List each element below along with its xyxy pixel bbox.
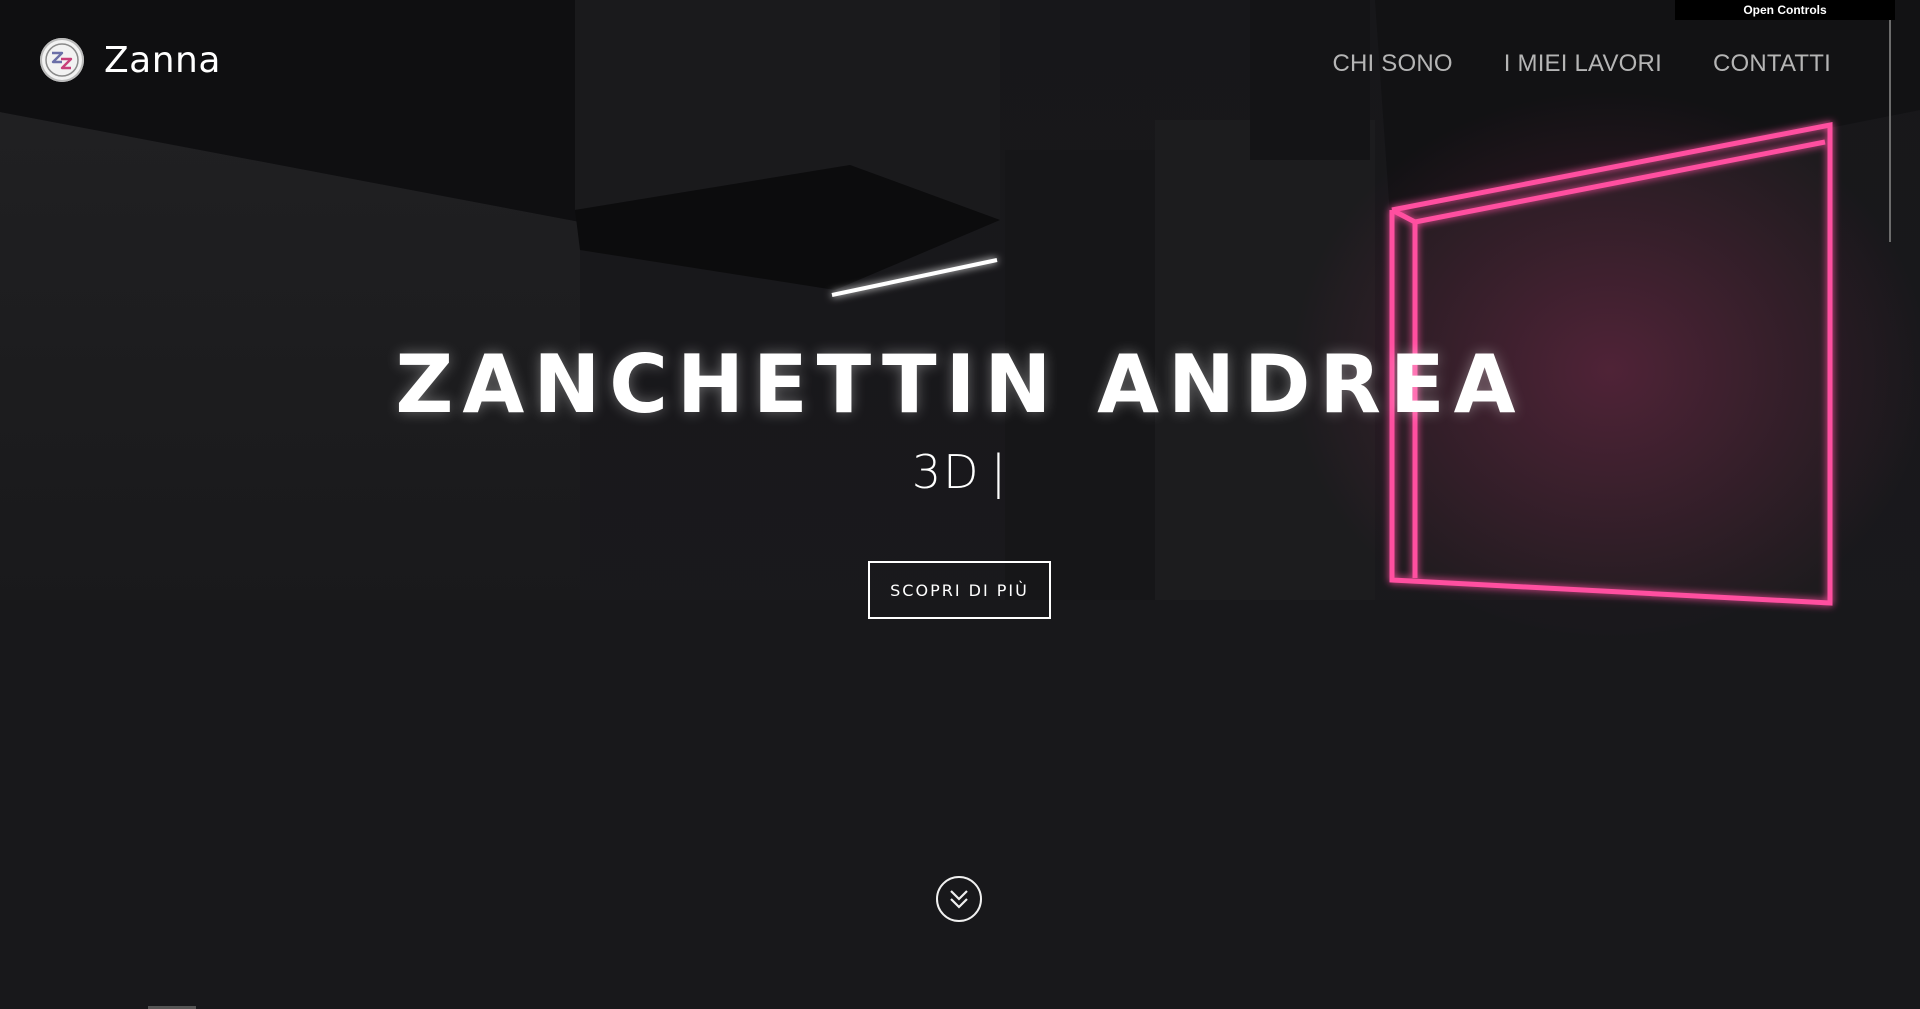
nav-item-i-miei-lavori[interactable]: I MIEI LAVORI xyxy=(1504,50,1662,78)
typed-text: 3D xyxy=(911,445,981,499)
hero-title: ZANCHETTIN ANDREA xyxy=(395,338,1525,431)
scrollbar-rail[interactable] xyxy=(1889,20,1891,242)
page: Zanna CHI SONO I MIEI LAVORI CONTATTI Op… xyxy=(0,0,1920,1009)
double-chevron-down-icon xyxy=(950,890,968,909)
discover-more-button[interactable]: SCOPRI DI PIÙ xyxy=(868,561,1051,619)
3d-scene-background[interactable] xyxy=(0,0,1920,1009)
main-nav: CHI SONO I MIEI LAVORI CONTATTI xyxy=(1332,50,1831,78)
nav-item-contatti[interactable]: CONTATTI xyxy=(1713,50,1831,78)
nav-item-chi-sono[interactable]: CHI SONO xyxy=(1332,50,1452,78)
typing-cursor: | xyxy=(990,445,1009,499)
zz-monogram-icon xyxy=(40,38,84,82)
brand-logo[interactable]: Zanna xyxy=(40,38,221,82)
brand-name: Zanna xyxy=(104,39,221,81)
open-controls-button[interactable]: Open Controls xyxy=(1675,0,1895,20)
scroll-down-button[interactable] xyxy=(936,876,982,922)
hero-subtitle: 3D | xyxy=(0,445,1920,499)
